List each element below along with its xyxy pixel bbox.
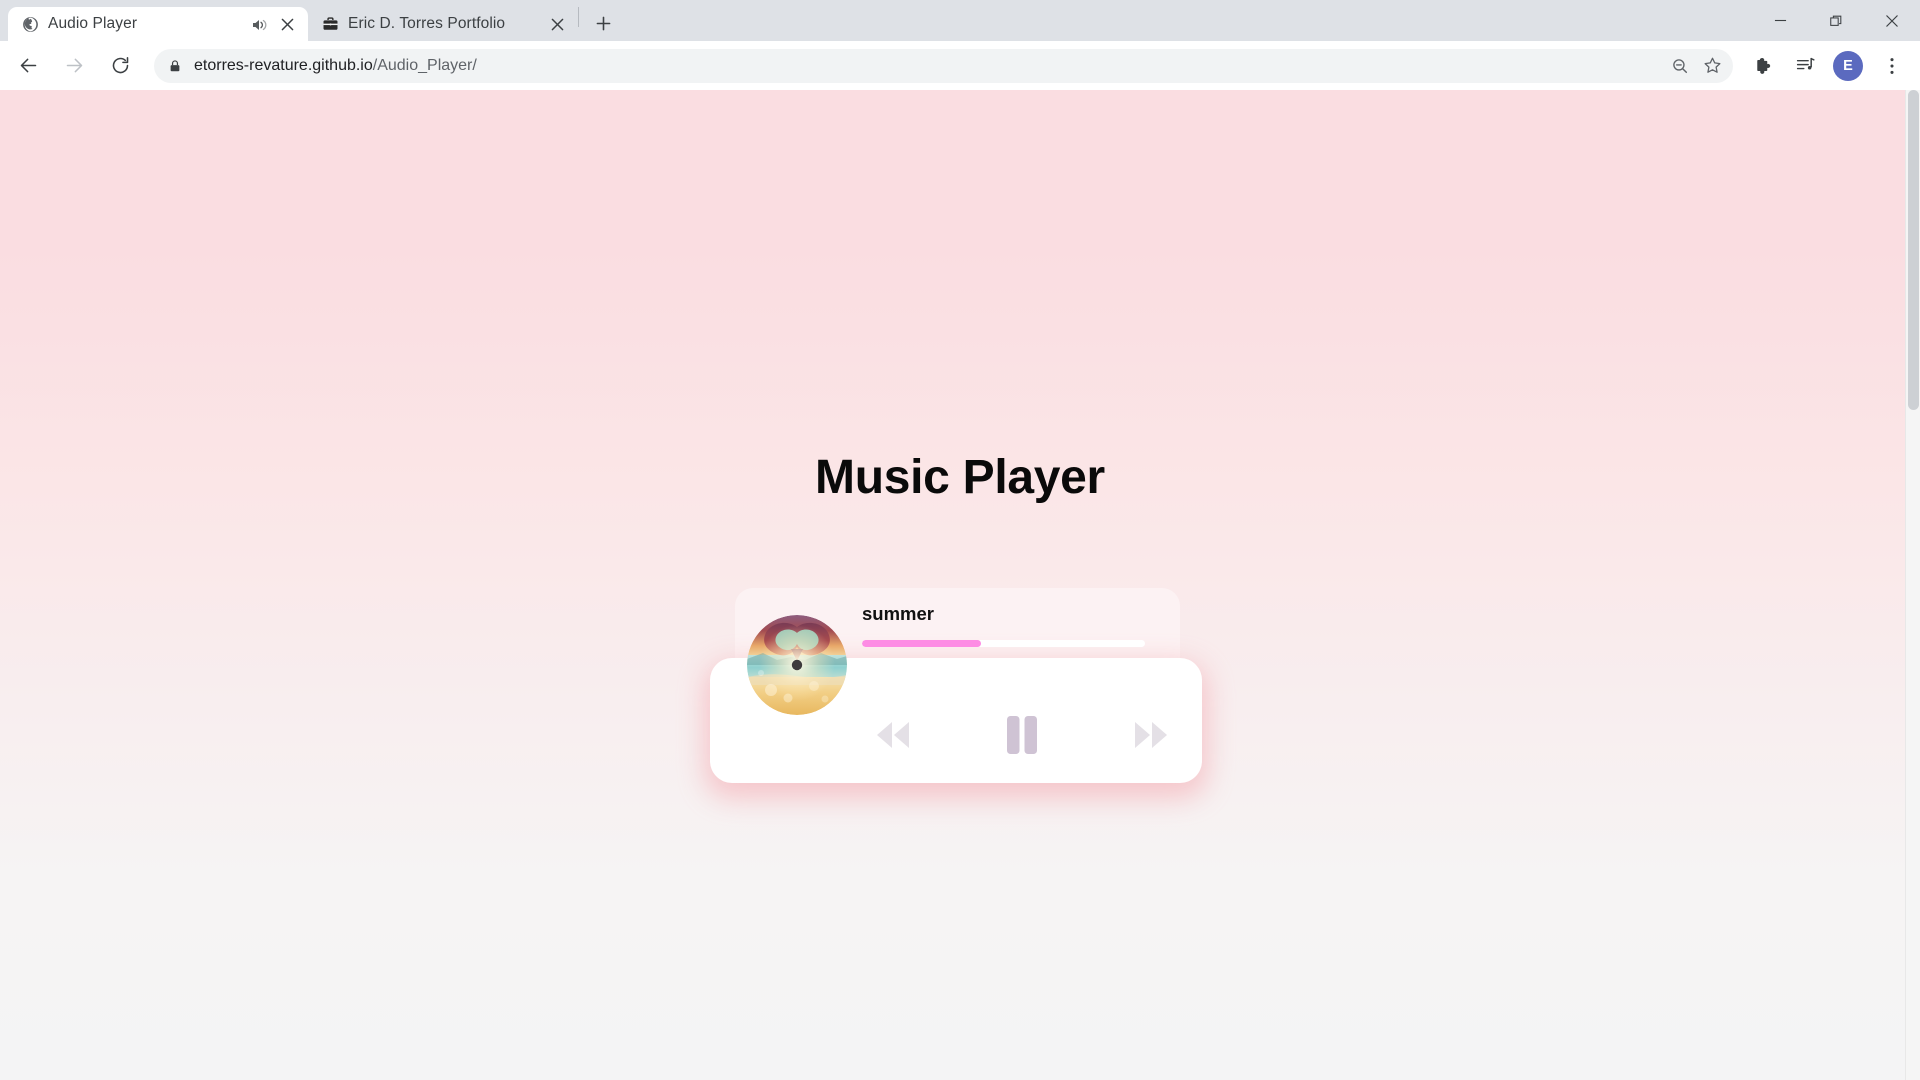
rewind-button[interactable] — [862, 704, 924, 766]
globe-icon — [22, 16, 39, 33]
scrollbar-thumb[interactable] — [1908, 90, 1919, 410]
close-icon[interactable] — [546, 13, 568, 35]
omnibox-actions — [1665, 49, 1727, 83]
vertical-scrollbar[interactable] — [1905, 90, 1920, 1080]
back-button[interactable] — [9, 47, 47, 85]
close-window-button[interactable] — [1864, 0, 1920, 41]
star-icon[interactable] — [1697, 51, 1727, 81]
briefcase-icon — [322, 16, 339, 33]
lock-icon[interactable] — [168, 59, 182, 73]
three-dot-menu-icon[interactable] — [1874, 48, 1910, 84]
tab-title: Eric D. Torres Portfolio — [348, 15, 506, 32]
maximize-restore-button[interactable] — [1808, 0, 1864, 41]
page-viewport: Music Player summer — [0, 90, 1920, 1080]
page-title: Music Player — [815, 451, 1105, 504]
forward-button[interactable] — [55, 47, 93, 85]
playback-controls — [862, 700, 1182, 770]
media-playlist-icon[interactable] — [1787, 48, 1823, 84]
pause-button[interactable] — [991, 704, 1053, 766]
tab-separator — [578, 7, 579, 27]
tab-audio-player[interactable]: Audio Player — [8, 7, 308, 41]
tab-eric-torres-portfolio[interactable]: Eric D. Torres Portfolio — [308, 7, 578, 41]
progress-bar[interactable] — [862, 640, 1145, 648]
avatar[interactable]: E — [1833, 50, 1863, 81]
avatar-initial: E — [1843, 57, 1853, 74]
url-text: etorres-revature.github.io/Audio_Player/ — [194, 57, 1719, 75]
music-player-page: Music Player summer — [0, 90, 1920, 1080]
window-controls — [1752, 0, 1920, 41]
music-player-card: summer — [710, 588, 1210, 788]
minimize-button[interactable] — [1752, 0, 1808, 41]
track-info: summer — [862, 602, 1152, 648]
vinyl-center-hole — [791, 659, 803, 671]
tab-strip: Audio Player Eric D. Torres Portfolio — [0, 0, 1920, 41]
new-tab-button[interactable] — [587, 7, 619, 39]
browser-toolbar: etorres-revature.github.io/Audio_Player/ — [0, 41, 1920, 90]
track-title: summer — [862, 603, 934, 624]
fast-forward-button[interactable] — [1120, 704, 1182, 766]
puzzle-piece-icon[interactable] — [1746, 48, 1782, 84]
close-icon[interactable] — [276, 13, 298, 35]
browser-window: Audio Player Eric D. Torres Portfolio et… — [0, 0, 1920, 1080]
speaker-playing-icon[interactable] — [250, 16, 267, 33]
tab-title: Audio Player — [48, 15, 138, 32]
url-domain: etorres-revature.github.io — [194, 56, 373, 74]
reload-button[interactable] — [101, 47, 139, 85]
album-art-beach-heart — [747, 615, 847, 715]
url-path: /Audio_Player/ — [372, 56, 477, 74]
zoom-out-icon[interactable] — [1665, 51, 1695, 81]
address-bar[interactable]: etorres-revature.github.io/Audio_Player/ — [154, 48, 1733, 83]
progress-fill — [862, 640, 981, 648]
